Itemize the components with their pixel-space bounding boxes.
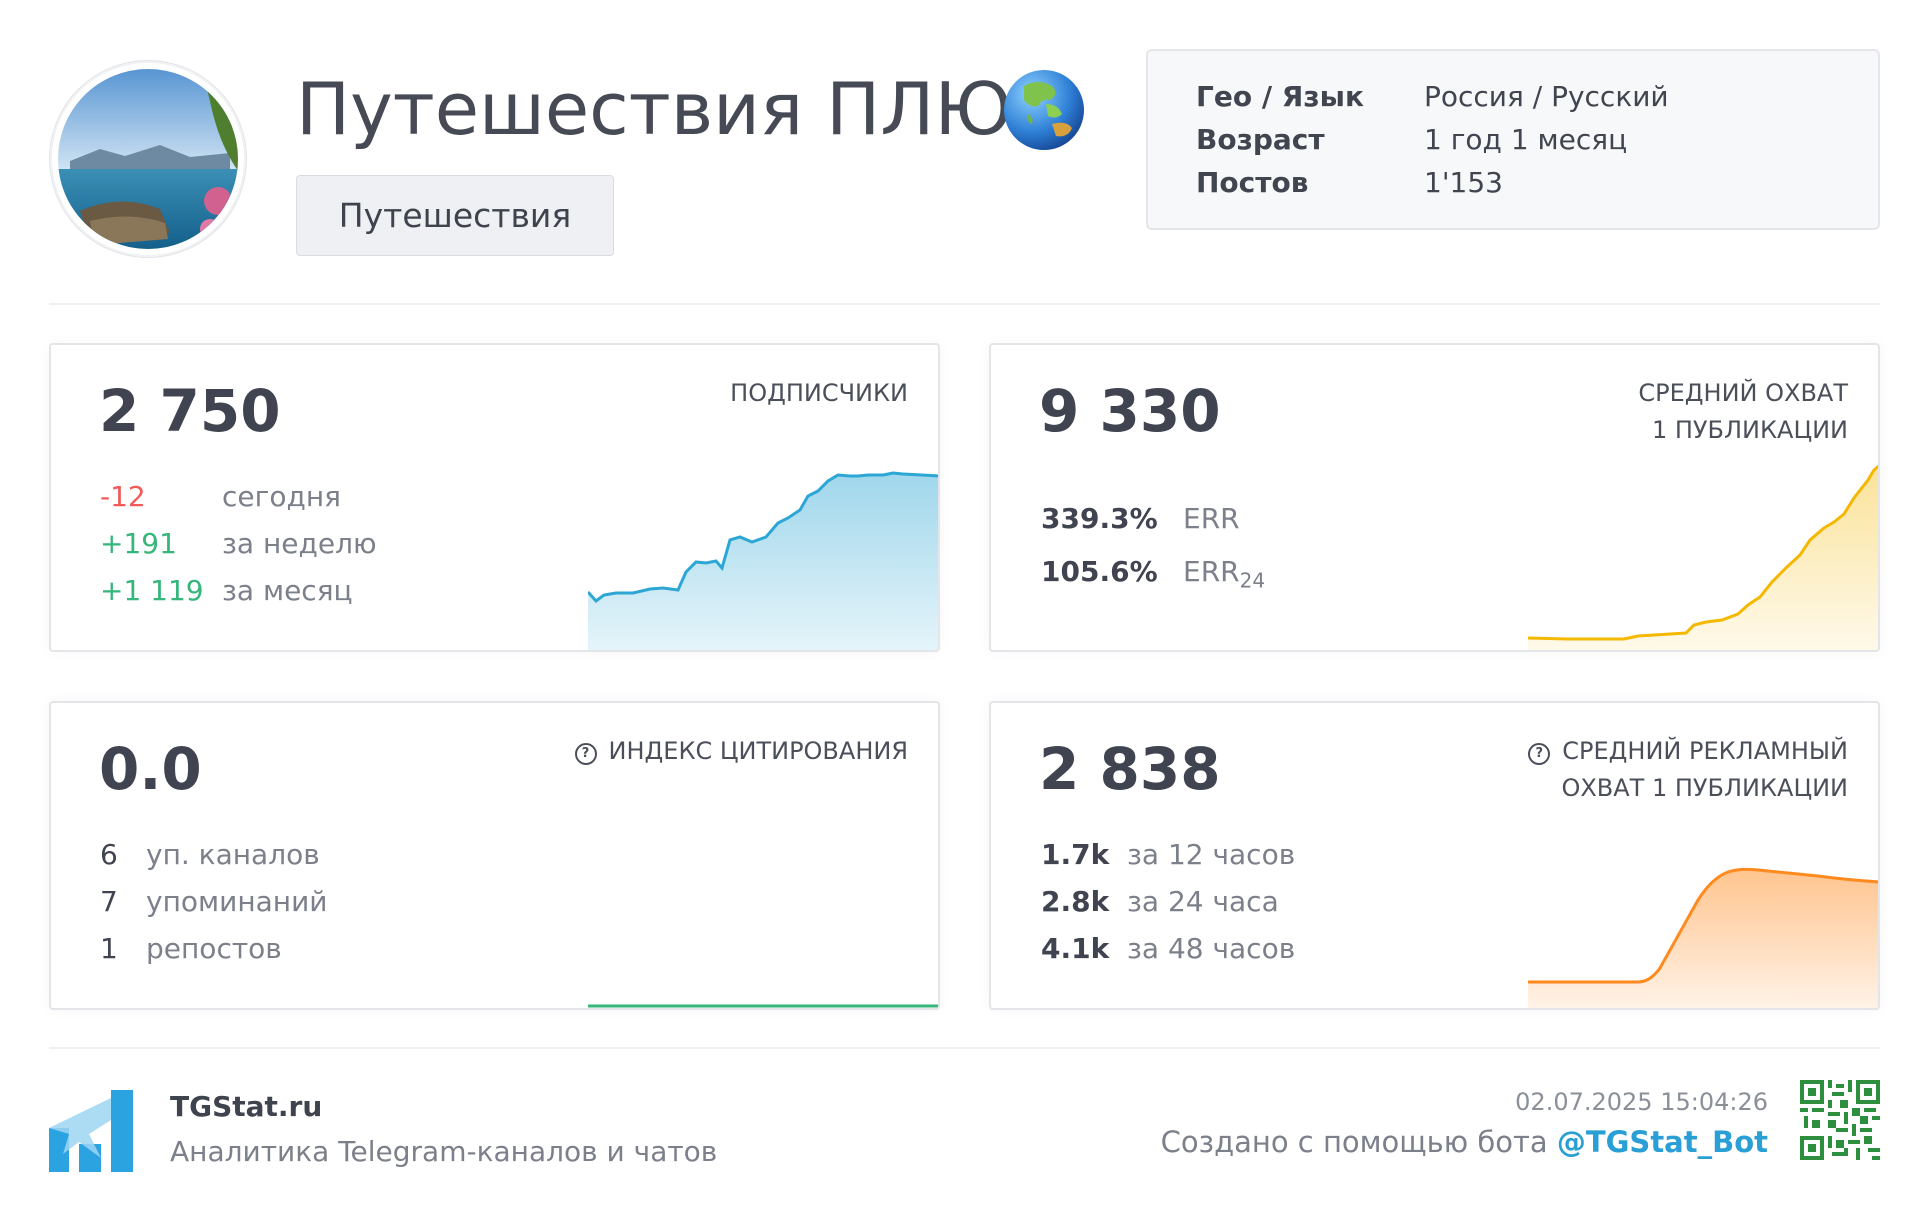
channel-avatar: [49, 60, 247, 258]
citation-label: ? ИНДЕКС ЦИТИРОВАНИЯ: [574, 733, 908, 770]
divider-top: [49, 303, 1880, 305]
site-tagline: Аналитика Telegram-каналов и чатов: [170, 1135, 718, 1168]
info-value: 1'153: [1424, 166, 1503, 199]
stat-num: 6: [100, 838, 118, 871]
subscribers-card[interactable]: 2 750 ПОДПИСЧИКИ -12 сегодня +191 за недел…: [49, 343, 940, 652]
citation-sparkline: [588, 1004, 938, 1008]
info-value: Россия / Русский: [1424, 80, 1669, 113]
ad-reach-24h: 2.8k за 24 часа: [1041, 885, 1279, 918]
created-prefix: Создано с помощью бота: [1160, 1125, 1548, 1159]
ad-reach-48h: 4.1k за 48 часов: [1041, 932, 1295, 965]
stat-num: 2.8k: [1041, 885, 1110, 918]
change-text: за неделю: [222, 527, 377, 560]
stat-text: уп. каналов: [146, 838, 320, 871]
ad-reach-value: 2 838: [1039, 735, 1221, 803]
subscribers-label: ПОДПИСЧИКИ: [730, 379, 908, 407]
divider-bottom: [49, 1047, 1880, 1049]
change-today: -12 сегодня: [100, 480, 341, 513]
stat-text: за 24 часа: [1127, 885, 1279, 918]
ad-reach-label-line1: СРЕДНИЙ РЕКЛАМНЫЙ: [1562, 737, 1848, 765]
info-key: Постов: [1196, 166, 1309, 199]
bot-link[interactable]: @TGStat_Bot: [1557, 1125, 1768, 1159]
tgstat-logo-icon[interactable]: [49, 1090, 133, 1176]
reach-label-line1: СРЕДНИЙ ОХВАТ: [1638, 379, 1848, 407]
created-by-text: Создано с помощью бота @TGStat_Bot: [1161, 1125, 1768, 1159]
site-name[interactable]: TGStat.ru: [170, 1090, 322, 1123]
stat-num: 4.1k: [1041, 932, 1110, 965]
citation-label-text: ИНДЕКС ЦИТИРОВАНИЯ: [608, 737, 908, 765]
qr-code-icon: [1800, 1080, 1880, 1164]
citation-stat-reposts: 1 репостов: [100, 932, 282, 965]
change-num: +1 119: [100, 574, 204, 607]
ad-reach-label-line2: ОХВАТ 1 ПУБЛИКАЦИИ: [1561, 774, 1848, 802]
question-circle-icon[interactable]: ?: [1528, 743, 1551, 765]
reach-value: 9 330: [1039, 377, 1221, 445]
err24-sub: 24: [1239, 568, 1266, 593]
change-week: +191 за неделю: [100, 527, 377, 560]
err24-value: 105.6%: [1041, 555, 1158, 588]
ad-reach-12h: 1.7k за 12 часов: [1041, 838, 1295, 871]
info-row-geo: Гео / Язык Россия / Русский: [1196, 77, 1669, 117]
report-date: 02.07.2025 15:04:26: [1515, 1088, 1768, 1116]
err-label: ERR: [1183, 502, 1240, 535]
reach-sparkline: [1528, 464, 1878, 650]
change-text: за месяц: [222, 574, 353, 607]
ad-reach-label: ? СРЕДНИЙ РЕКЛАМНЫЙ ОХВАТ 1 ПУБЛИКАЦИИ: [1528, 733, 1848, 807]
info-key: Гео / Язык: [1196, 80, 1364, 113]
ad-reach-card[interactable]: 2 838 ? СРЕДНИЙ РЕКЛАМНЫЙ ОХВАТ 1 ПУБЛИКА…: [989, 701, 1880, 1010]
stat-num: 1.7k: [1041, 838, 1110, 871]
change-month: +1 119 за месяц: [100, 574, 353, 607]
subscribers-sparkline: [588, 471, 938, 650]
reach-label: СРЕДНИЙ ОХВАТ 1 ПУБЛИКАЦИИ: [1638, 375, 1848, 449]
info-value: 1 год 1 месяц: [1424, 123, 1628, 156]
err24-label: ERR: [1183, 555, 1240, 588]
globe-icon: [1002, 68, 1086, 156]
channel-info-panel: Гео / Язык Россия / Русский Возраст 1 год …: [1146, 49, 1880, 230]
subscribers-count: 2 750: [99, 377, 281, 445]
ad-reach-sparkline: [1528, 867, 1878, 1008]
citation-index-value: 0.0: [99, 735, 202, 803]
citation-stat-mentions: 7 упоминаний: [100, 885, 328, 918]
channel-avatar-image: [52, 63, 244, 255]
stat-num: 7: [100, 885, 118, 918]
change-num: +191: [100, 527, 177, 560]
channel-title: Путешествия ПЛЮС: [296, 67, 1063, 151]
stat-text: за 12 часов: [1127, 838, 1296, 871]
stat-num: 1: [100, 932, 118, 965]
category-button[interactable]: Путешествия: [296, 175, 614, 256]
reach-label-line2: 1 ПУБЛИКАЦИИ: [1651, 416, 1848, 444]
change-text: сегодня: [222, 480, 341, 513]
info-key: Возраст: [1196, 123, 1325, 156]
err-row: 339.3% ERR: [1041, 502, 1240, 535]
err24-row: 105.6% ERR24: [1041, 555, 1265, 593]
question-circle-icon[interactable]: ?: [574, 743, 597, 765]
stat-text: за 48 часов: [1127, 932, 1296, 965]
err-value: 339.3%: [1041, 502, 1158, 535]
change-num: -12: [100, 480, 146, 513]
stat-text: репостов: [146, 932, 282, 965]
citation-stat-channels: 6 уп. каналов: [100, 838, 320, 871]
stat-text: упоминаний: [146, 885, 328, 918]
reach-card[interactable]: 9 330 СРЕДНИЙ ОХВАТ 1 ПУБЛИКАЦИИ 339.3% E…: [989, 343, 1880, 652]
info-row-age: Возраст 1 год 1 месяц: [1196, 120, 1627, 160]
citation-card[interactable]: 0.0 ? ИНДЕКС ЦИТИРОВАНИЯ 6 уп. каналов 7 уп…: [49, 701, 940, 1010]
info-row-posts: Постов 1'153: [1196, 163, 1503, 203]
